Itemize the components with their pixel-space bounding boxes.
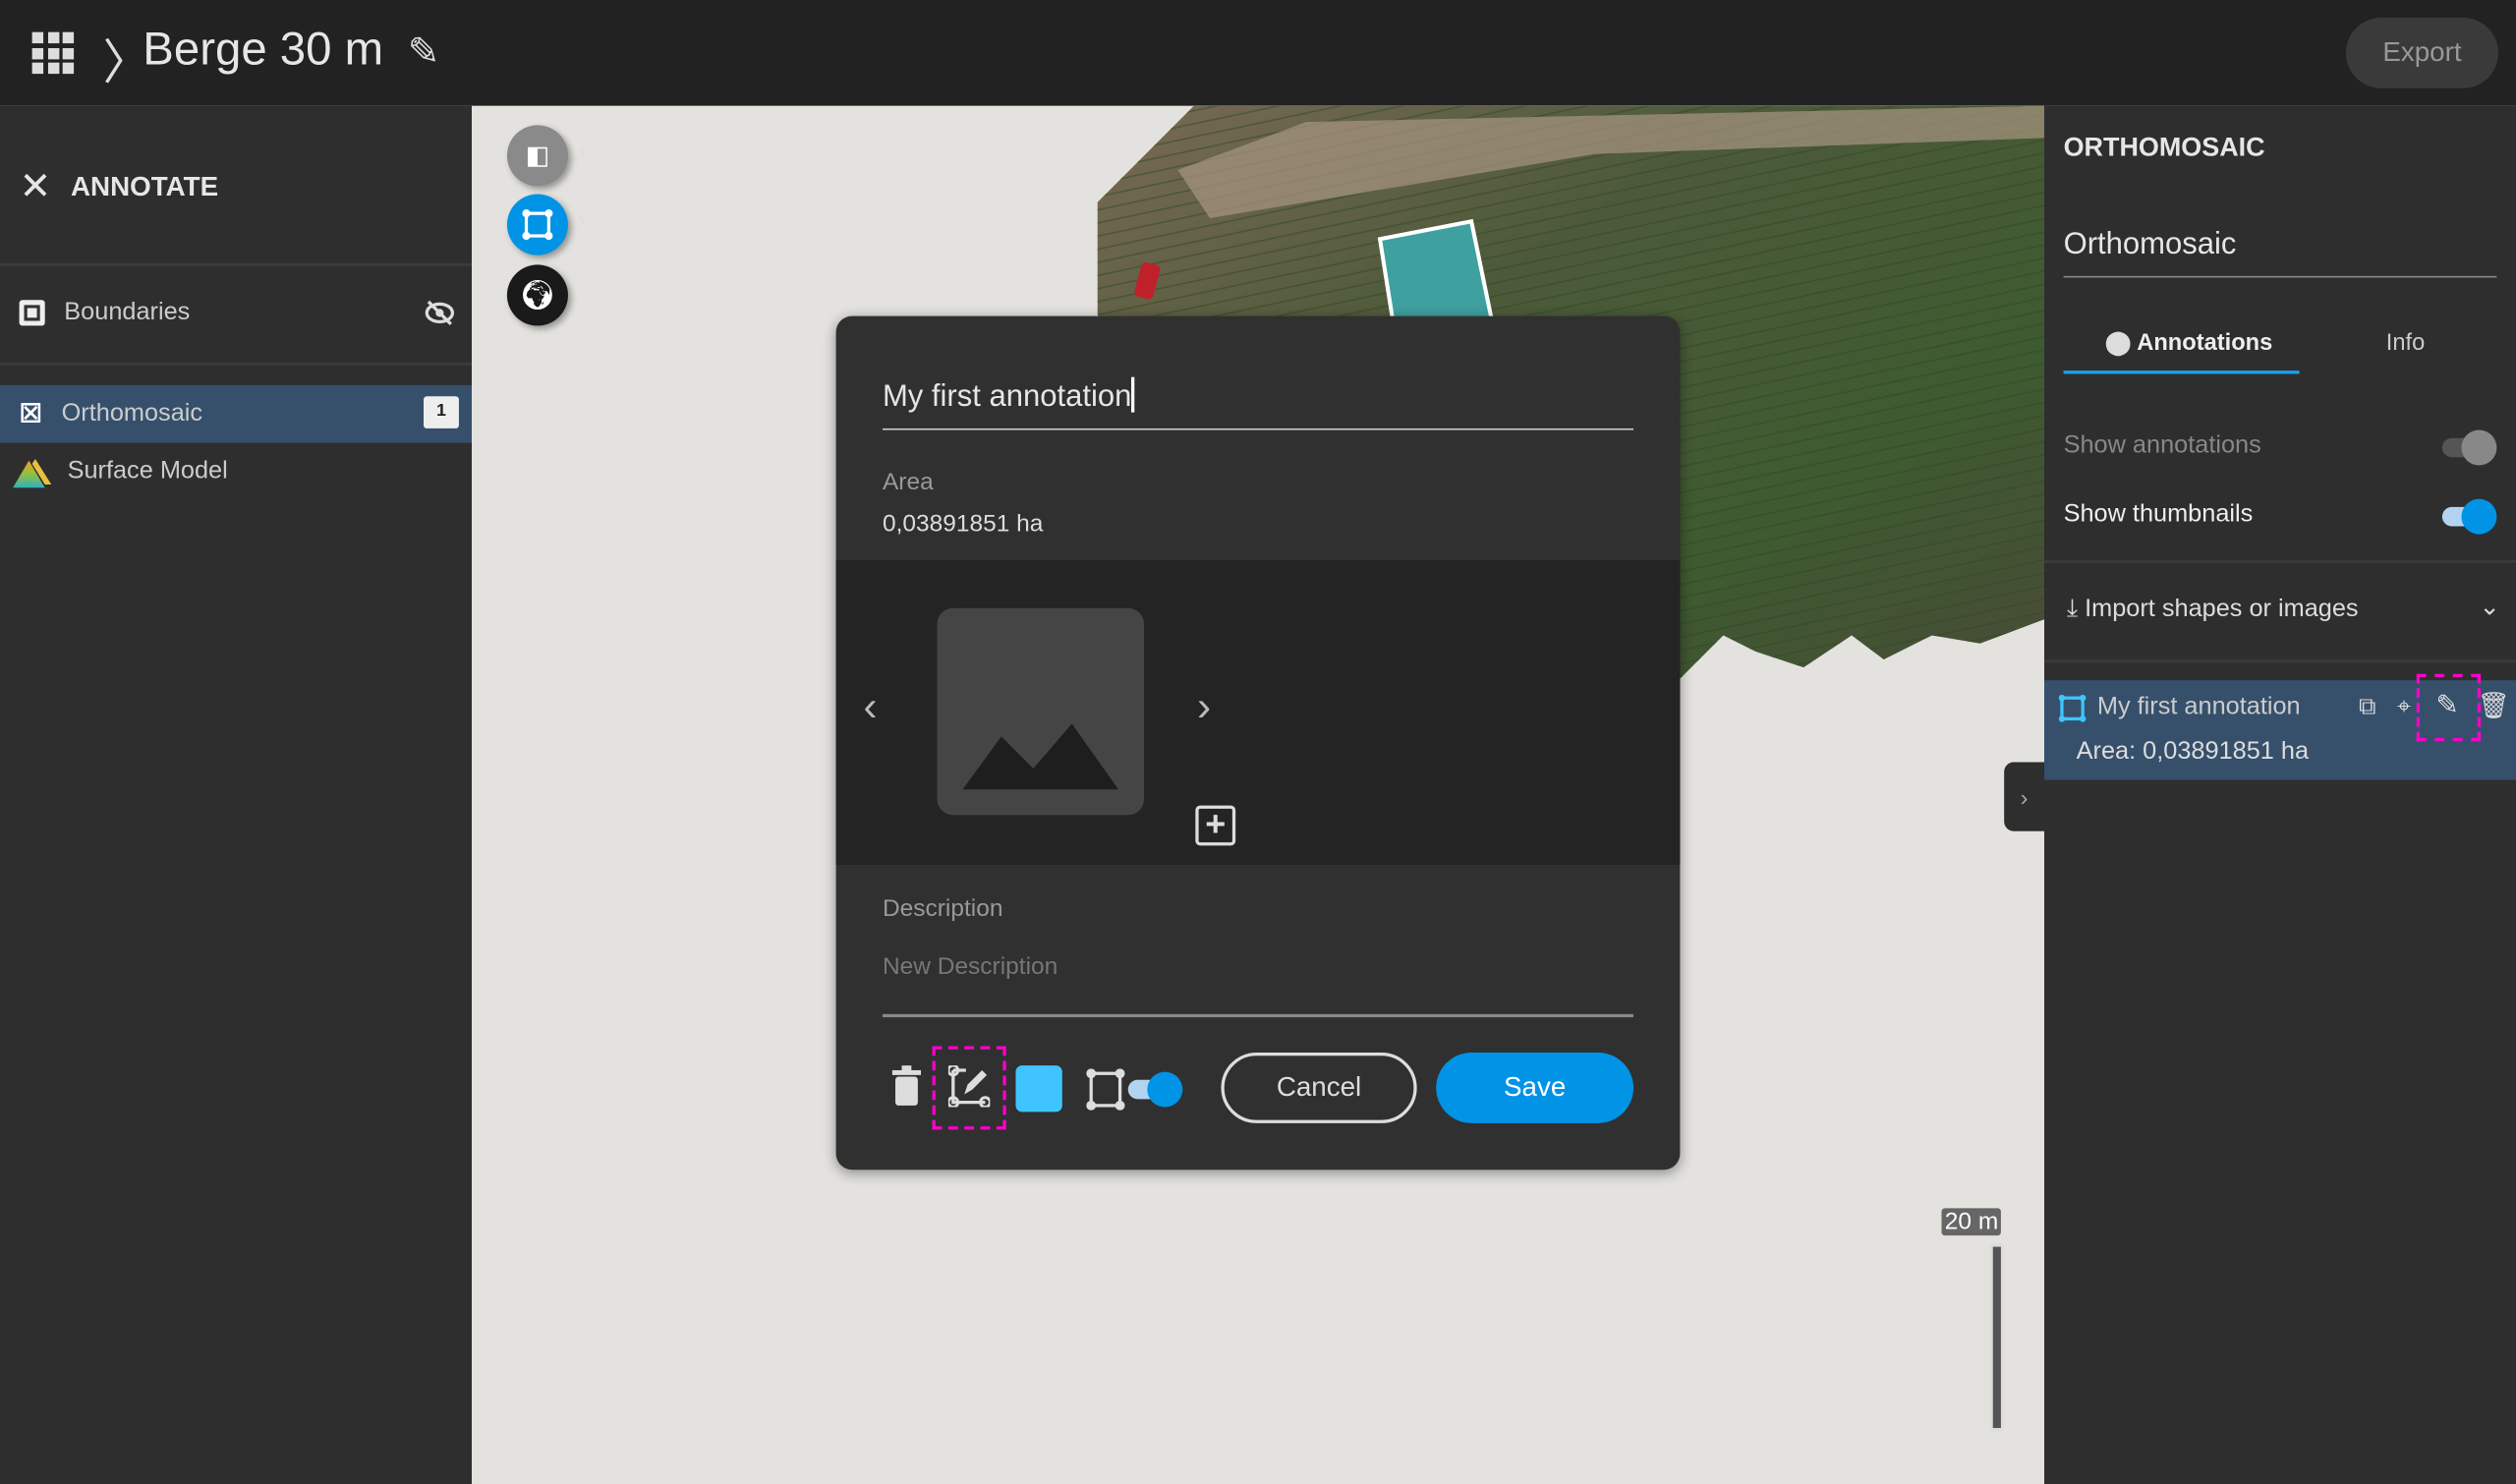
layer-orthomosaic[interactable]: ☒ Orthomosaic 1 [0,384,472,443]
shape-visibility-toggle[interactable] [1127,1071,1183,1108]
highlight-box [932,1046,1006,1130]
divider [0,362,472,367]
image-placeholder [937,607,1145,816]
description-underline [882,1013,1634,1017]
layer-label: Boundaries [64,298,191,326]
tab-annotations[interactable]: ⬤︎ Annotations [2105,330,2272,356]
active-tab-indicator [2063,371,2300,374]
locate-icon[interactable]: ⌖ [2397,693,2411,720]
edit-title-pencil-icon[interactable]: ✎ [408,29,440,75]
annotate-sidebar: ✕ ANNOTATE Boundaries ☒ Orthomosaic 1 Su… [0,105,472,1484]
split-view-icon: ◧ [525,143,550,171]
orthomosaic-icon: ☒ [19,401,43,428]
annotation-list-item[interactable]: My first annotation Area: 0,03891851 ha … [2043,673,2516,780]
annotation-count-badge: 1 [424,396,459,428]
trash-icon[interactable]: 🗑︎ [2478,690,2510,722]
globe-button[interactable]: 🌍︎ [506,264,568,326]
chevron-right-icon: › [2020,783,2029,810]
chevron-left-icon[interactable]: ‹ [863,682,877,732]
description-label: Description [882,895,1003,923]
trash-icon[interactable] [891,1065,922,1107]
map-pin-icon: ⬤︎ [2105,330,2138,357]
layer-surface-model[interactable]: Surface Model [0,443,472,501]
copy-icon[interactable]: ⧉ [2359,693,2376,720]
show-annotations-label: Show annotations [2063,431,2261,459]
divider [2043,559,2516,564]
shape-visibility-icon [1086,1068,1125,1118]
image-placeholder-icon [962,723,1118,790]
close-icon[interactable]: ✕ [20,164,52,210]
eye-off-icon[interactable] [424,300,456,325]
split-view-button[interactable]: ◧ [506,125,568,187]
sidebar-title: ANNOTATE [71,170,219,201]
show-thumbnails-toggle[interactable] [2441,498,2497,535]
highlight-box [2416,673,2482,742]
layer-label: Orthomosaic [61,399,203,428]
cancel-button[interactable]: Cancel [1221,1053,1417,1123]
polygon-icon [2058,694,2087,722]
description-input[interactable]: New Description [883,953,1058,981]
color-swatch[interactable] [1015,1065,1062,1113]
polygon-tool-button[interactable] [506,194,568,256]
divider [2043,659,2516,663]
scale-label: 20 m [1941,1208,2002,1236]
apps-grid-icon[interactable] [31,31,75,75]
image-gallery: ‹ › + [835,559,1681,865]
top-bar: 〉 Berge 30 m ✎ Export [0,0,2516,106]
annotation-area: Area: 0,03891851 ha [2076,738,2310,766]
surface-model-icon [13,458,52,488]
add-image-icon[interactable]: + [1195,805,1236,846]
annotation-name-input[interactable]: My first annotation [882,376,1634,430]
import-shapes-dropdown[interactable]: ⤓ Import shapes or images ⌄ [2066,594,2500,624]
divider [0,262,472,267]
globe-icon: 🌍︎ [519,278,556,311]
chevron-down-icon: ⌄ [2479,594,2500,621]
area-value: 0,03891851 ha [882,510,1044,538]
tab-info[interactable]: Info [2386,330,2425,356]
show-annotations-toggle[interactable] [2441,429,2497,466]
download-icon: ⤓ [2066,595,2079,623]
orthomosaic-panel: ORTHOMOSAIC Orthomosaic ⬤︎ Annotations I… [2043,105,2516,1484]
tab-label: Annotations [2137,330,2273,357]
annotation-name: My first annotation [2096,693,2301,721]
layer-boundaries[interactable]: Boundaries [0,284,472,342]
save-button[interactable]: Save [1436,1053,1634,1123]
chevron-right-icon: › [577,206,587,235]
collapse-panel-button[interactable]: › [2004,762,2044,831]
panel-title: ORTHOMOSAIC [2063,133,2265,162]
chevron-right-icon[interactable]: › [1197,682,1211,732]
chevron-right-icon: › [577,138,587,166]
boundaries-icon [19,300,45,326]
export-button[interactable]: Export [2345,17,2499,88]
annotation-dialog: My first annotation Area 0,03891851 ha ‹… [835,315,1681,1170]
area-label: Area [882,468,934,496]
layer-select[interactable]: Orthomosaic [2063,228,2497,278]
project-title: Berge 30 m [143,24,384,76]
polygon-tool-icon [522,209,553,241]
show-thumbnails-label: Show thumbnails [2063,500,2254,529]
annotation-name-value: My first annotation [882,379,1132,415]
scale-bar [1989,1243,2005,1432]
import-label: Import shapes or images [2085,595,2359,623]
layer-label: Surface Model [67,457,228,485]
